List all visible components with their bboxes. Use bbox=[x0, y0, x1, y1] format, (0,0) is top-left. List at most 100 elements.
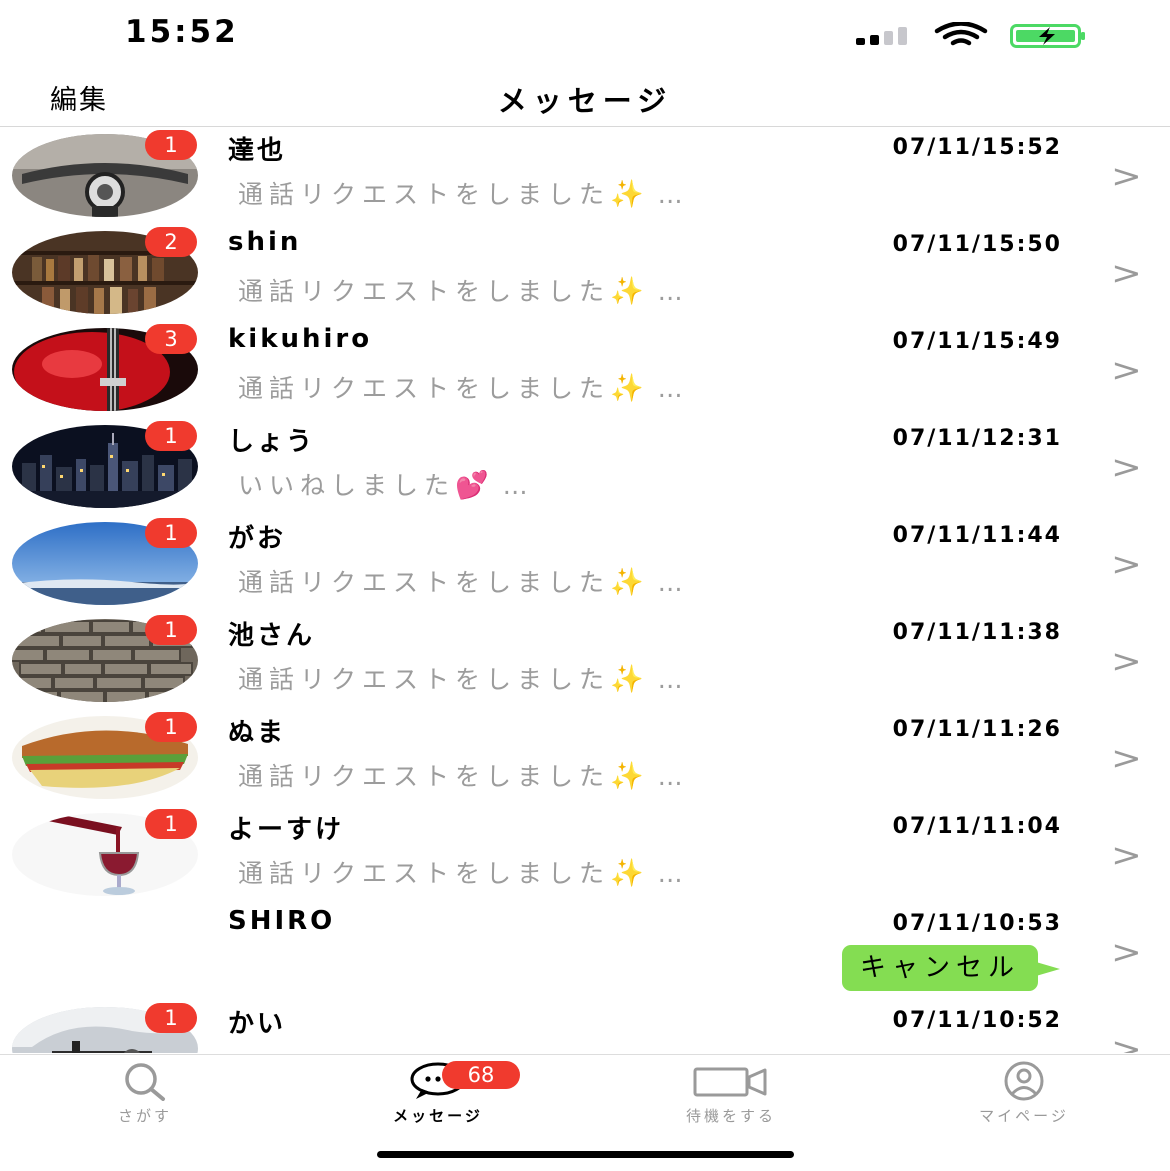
message-row[interactable]: 1 かい 07/11/10:52 > bbox=[0, 1000, 1170, 1053]
search-icon bbox=[125, 1063, 165, 1101]
message-time: 07/11/11:04 bbox=[892, 814, 1062, 839]
preview-text: いいねしました bbox=[238, 471, 456, 500]
message-time: 07/11/12:31 bbox=[892, 426, 1062, 451]
message-row[interactable]: 2 shin 07/11/15:50 通話リクエストをしました✨ … > bbox=[0, 224, 1170, 321]
message-row[interactable]: 3 kikuhiro 07/11/15:49 通話リクエストをしました✨ … > bbox=[0, 321, 1170, 418]
sparkles-emoji: ✨ bbox=[610, 276, 644, 307]
message-row[interactable]: 1 がお 07/11/11:44 通話リクエストをしました✨ … > bbox=[0, 515, 1170, 612]
sparkles-emoji: ✨ bbox=[610, 664, 644, 695]
contact-name: しょう bbox=[228, 427, 316, 457]
ellipsis: … bbox=[657, 859, 686, 888]
chevron-right-icon: > bbox=[1111, 351, 1143, 389]
battery-charging-icon bbox=[1010, 24, 1085, 48]
ellipsis: … bbox=[657, 762, 686, 791]
message-row[interactable]: 1 池さん 07/11/11:38 通話リクエストをしました✨ … > bbox=[0, 612, 1170, 709]
message-time: 07/11/10:53 bbox=[892, 911, 1062, 936]
preview-text: 通話リクエストをしました bbox=[238, 859, 611, 888]
navigation-bar: 編集 メッセージ bbox=[0, 70, 1170, 127]
contact-name: がお bbox=[228, 524, 287, 554]
message-row[interactable]: 1 よーすけ 07/11/11:04 通話リクエストをしました✨ … > bbox=[0, 806, 1170, 903]
unread-total-badge: 68 bbox=[442, 1061, 520, 1089]
unread-badge: 1 bbox=[145, 615, 197, 645]
message-row[interactable]: 1 しょう 07/11/12:31 いいねしました💕 … > bbox=[0, 418, 1170, 515]
ellipsis: … bbox=[657, 665, 686, 694]
tab-label: さがす bbox=[117, 1107, 172, 1125]
message-list[interactable]: 1 達也 07/11/15:52 通話リクエストをしました✨ … > 2 shi… bbox=[0, 127, 1170, 1053]
message-preview: いいねしました💕 … bbox=[238, 466, 531, 502]
tab-messages[interactable]: メッセージ 68 bbox=[358, 1061, 520, 1131]
message-time: 07/11/15:50 bbox=[892, 232, 1062, 257]
chevron-right-icon: > bbox=[1111, 448, 1143, 486]
chevron-right-icon: > bbox=[1111, 836, 1143, 874]
preview-text: 通話リクエストをしました bbox=[238, 665, 611, 694]
message-preview: 通話リクエストをしました✨ … bbox=[238, 757, 686, 793]
sparkles-emoji: ✨ bbox=[610, 567, 644, 598]
chevron-right-icon: > bbox=[1111, 933, 1143, 971]
preview-text: 通話リクエストをしました bbox=[238, 568, 611, 597]
message-time: 07/11/10:52 bbox=[892, 1008, 1062, 1033]
message-preview: 通話リクエストをしました✨ … bbox=[238, 369, 686, 405]
sparkles-emoji: ✨ bbox=[610, 373, 644, 404]
preview-text: 通話リクエストをしました bbox=[238, 374, 611, 403]
ellipsis: … bbox=[502, 471, 531, 500]
message-row[interactable]: SHIRO 07/11/10:53 キャンセル > bbox=[0, 903, 1170, 1000]
message-time: 07/11/15:52 bbox=[892, 135, 1062, 160]
chevron-right-icon: > bbox=[1111, 642, 1143, 680]
sparkles-emoji: ✨ bbox=[610, 179, 644, 210]
page-title: メッセージ bbox=[497, 84, 673, 118]
preview-text: 通話リクエストをしました bbox=[238, 762, 611, 791]
contact-name: 達也 bbox=[228, 136, 287, 166]
home-indicator[interactable] bbox=[377, 1151, 794, 1158]
message-preview: 通話リクエストをしました✨ … bbox=[238, 175, 686, 211]
message-time: 07/11/11:26 bbox=[892, 717, 1062, 742]
contact-name: kikuhiro bbox=[228, 324, 373, 354]
chevron-right-icon: > bbox=[1111, 545, 1143, 583]
contact-name: かい bbox=[228, 1009, 287, 1039]
ellipsis: … bbox=[657, 568, 686, 597]
person-icon bbox=[1004, 1061, 1044, 1101]
unread-badge: 1 bbox=[145, 130, 197, 160]
unread-badge: 2 bbox=[145, 227, 197, 257]
message-preview: 通話リクエストをしました✨ … bbox=[238, 272, 686, 308]
video-camera-icon bbox=[693, 1067, 767, 1097]
tab-label: メッセージ bbox=[393, 1107, 483, 1125]
tab-search[interactable]: さがす bbox=[65, 1061, 225, 1131]
tab-label: マイページ bbox=[979, 1107, 1069, 1125]
message-time: 07/11/11:38 bbox=[892, 620, 1062, 645]
status-bar: 15:52 bbox=[0, 0, 1170, 70]
cellular-signal-icon bbox=[856, 27, 914, 45]
ellipsis: … bbox=[657, 277, 686, 306]
contact-name: shin bbox=[228, 227, 302, 257]
unread-badge: 1 bbox=[145, 421, 197, 451]
message-row[interactable]: 1 達也 07/11/15:52 通話リクエストをしました✨ … > bbox=[0, 127, 1170, 224]
message-preview: 通話リクエストをしました✨ … bbox=[238, 660, 686, 696]
wifi-icon bbox=[934, 22, 988, 46]
unread-badge: 1 bbox=[145, 809, 197, 839]
contact-name: よーすけ bbox=[228, 815, 345, 845]
sparkles-emoji: ✨ bbox=[610, 858, 644, 889]
message-row[interactable]: 1 ぬま 07/11/11:26 通話リクエストをしました✨ … > bbox=[0, 709, 1170, 806]
message-preview: 通話リクエストをしました✨ … bbox=[238, 854, 686, 890]
unread-badge: 3 bbox=[145, 324, 197, 354]
unread-badge: 1 bbox=[145, 712, 197, 742]
chevron-right-icon: > bbox=[1111, 1030, 1143, 1053]
preview-text: 通話リクエストをしました bbox=[238, 277, 611, 306]
ellipsis: … bbox=[657, 374, 686, 403]
message-time: 07/11/11:44 bbox=[892, 523, 1062, 548]
ellipsis: … bbox=[657, 180, 686, 209]
unread-badge: 1 bbox=[145, 1003, 197, 1033]
contact-name: SHIRO bbox=[228, 906, 336, 936]
sparkles-emoji: ✨ bbox=[610, 761, 644, 792]
preview-text: 通話リクエストをしました bbox=[238, 180, 611, 209]
contact-name: 池さん bbox=[228, 621, 316, 651]
message-preview: 通話リクエストをしました✨ … bbox=[238, 563, 686, 599]
tab-standby[interactable]: 待機をする bbox=[651, 1061, 811, 1131]
tab-bar: さがす メッセージ 68 待機をする マイページ bbox=[0, 1054, 1170, 1171]
tab-mypage[interactable]: マイページ bbox=[944, 1061, 1104, 1131]
tab-label: 待機をする bbox=[685, 1107, 776, 1125]
chevron-right-icon: > bbox=[1111, 739, 1143, 777]
chevron-right-icon: > bbox=[1111, 157, 1143, 195]
status-time: 15:52 bbox=[125, 14, 239, 50]
sent-message-bubble: キャンセル bbox=[841, 945, 1061, 991]
chevron-right-icon: > bbox=[1111, 254, 1143, 292]
